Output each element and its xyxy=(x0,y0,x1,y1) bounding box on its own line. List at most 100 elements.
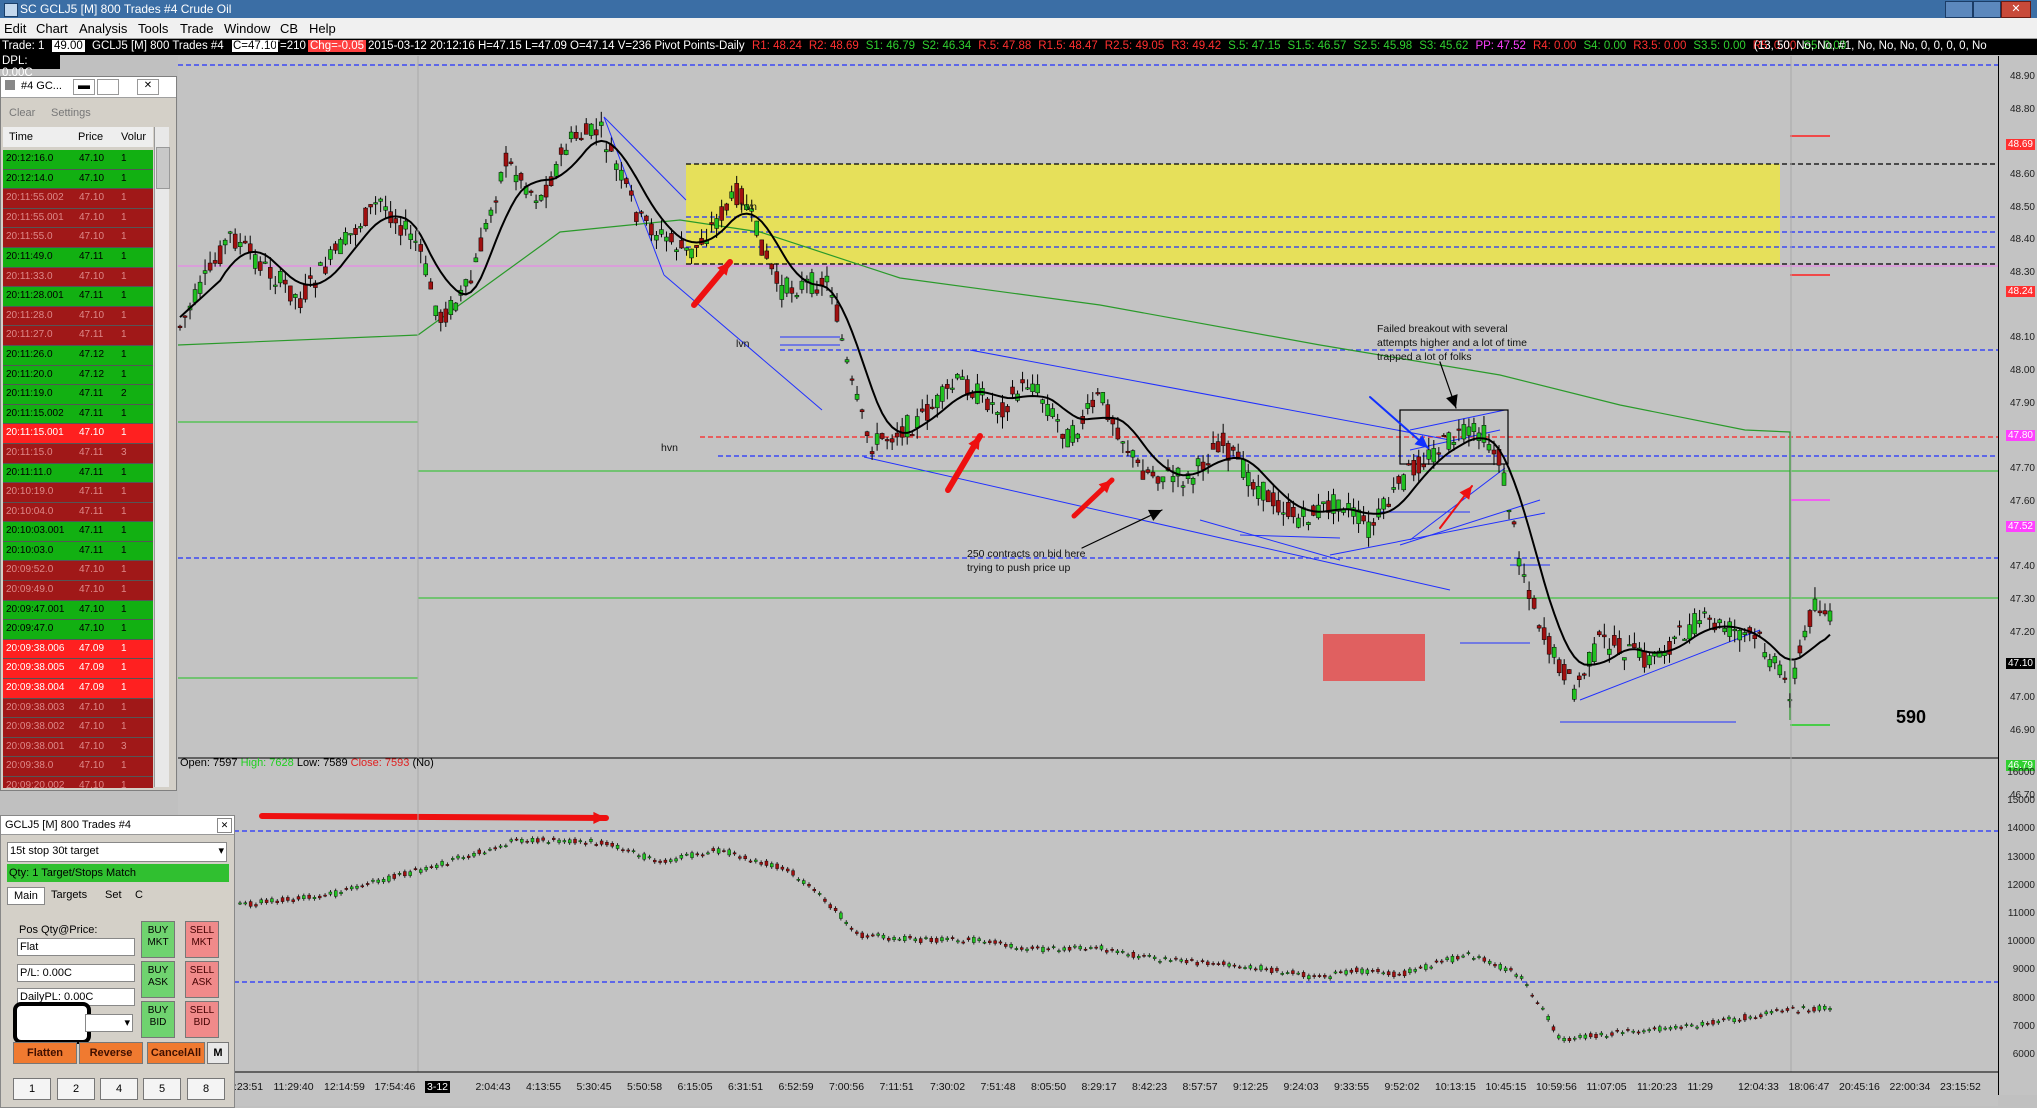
tas-row: 20:09:38.0 47.10 1 xyxy=(3,757,153,777)
cvd-candle xyxy=(291,897,295,904)
tab-main[interactable]: Main xyxy=(7,887,45,905)
cvd-candle xyxy=(1078,944,1082,951)
qty-4-button[interactable]: 4 xyxy=(100,1078,138,1100)
tas-time: 20:09:38.001 xyxy=(6,740,65,752)
cvd-candle xyxy=(376,877,380,885)
tab-targets[interactable]: Targets xyxy=(51,889,87,901)
cvd-candle xyxy=(1652,1025,1657,1031)
trade-window-close-icon[interactable]: ✕ xyxy=(217,818,232,833)
cvd-body xyxy=(961,941,965,944)
strategy-select[interactable]: 15t stop 30t target ▾ xyxy=(7,842,227,862)
candle-body xyxy=(1386,503,1391,507)
tab-c[interactable]: C xyxy=(135,889,143,901)
tas-scrollbar[interactable] xyxy=(154,127,170,787)
cvd-body xyxy=(1184,960,1189,964)
price-tick: 48.40 xyxy=(2009,234,2035,246)
cvd-candle xyxy=(1557,1033,1561,1041)
candle xyxy=(774,263,780,292)
flatten-button[interactable]: Flatten xyxy=(13,1042,77,1064)
price-badge: 48.24 xyxy=(2005,285,2035,297)
qty-8-button[interactable]: 8 xyxy=(187,1078,225,1100)
cvd-candle xyxy=(722,848,726,853)
candle xyxy=(985,397,990,413)
buy-market-button[interactable]: BUY MKT xyxy=(141,921,175,958)
trendline xyxy=(1199,519,1341,561)
tas-clear-button[interactable]: Clear xyxy=(9,107,35,119)
sell-market-button[interactable]: SELL MKT xyxy=(185,921,219,958)
tas-title-bar[interactable]: #4 GC... ▬ ✕ xyxy=(1,77,176,98)
qty-2-button[interactable]: 2 xyxy=(57,1078,95,1100)
cvd-candle xyxy=(1711,1018,1715,1027)
trade-window[interactable]: GCLJ5 [M] 800 Trades #4 ✕ 15t stop 30t t… xyxy=(0,815,235,1108)
candle-body xyxy=(754,220,759,236)
cvd-candle xyxy=(1769,1009,1774,1016)
price-tick: 47.30 xyxy=(2009,593,2035,605)
tas-minimize-icon[interactable]: ▬ xyxy=(73,79,95,95)
candle xyxy=(839,334,845,342)
tas-scroll-thumb[interactable] xyxy=(156,147,170,189)
candle xyxy=(478,227,484,252)
cvd-candle xyxy=(929,936,934,944)
tas-restore-icon[interactable] xyxy=(97,79,119,95)
cvd-body xyxy=(1269,967,1274,973)
cvd-candle xyxy=(461,855,466,861)
qty-1-button[interactable]: 1 xyxy=(13,1078,51,1100)
candle xyxy=(1426,438,1432,465)
candle-body xyxy=(393,218,398,224)
cvd-candle xyxy=(1589,1031,1593,1039)
tas-price: 47.10 xyxy=(79,721,105,733)
tas-volume: 1 xyxy=(121,780,127,788)
candle xyxy=(965,375,970,401)
candle-body xyxy=(935,394,940,409)
m-button[interactable]: M xyxy=(207,1042,229,1064)
qty-input[interactable] xyxy=(13,1002,91,1044)
tas-list[interactable]: 20:12:16.0 47.10 1 20:12:14.0 47.10 1 20:11:55… xyxy=(3,150,153,788)
cvd-candle xyxy=(1259,963,1263,972)
cvd-candle xyxy=(1493,962,1497,969)
trendline xyxy=(603,116,687,201)
buy-ask-button[interactable]: BUY ASK xyxy=(141,961,175,998)
tas-col-time[interactable]: Time xyxy=(9,131,33,143)
chevron-down-icon[interactable]: ▾ xyxy=(218,843,224,859)
failed-breakout-note-1: Failed breakout with several xyxy=(1377,323,1508,335)
candle xyxy=(1672,635,1677,644)
tas-time: 20:11:33.0 xyxy=(6,270,53,282)
tas-row: 20:09:38.001 47.10 3 xyxy=(3,737,153,758)
trade-window-title-bar[interactable]: GCLJ5 [M] 800 Trades #4 ✕ xyxy=(1,816,234,835)
candle xyxy=(1737,628,1742,652)
tas-col-price[interactable]: Price xyxy=(78,131,103,143)
tas-price: 47.11 xyxy=(79,407,104,419)
candle xyxy=(940,384,945,409)
time-and-sales-window[interactable]: #4 GC... ▬ ✕ Clear Settings Time Price V… xyxy=(0,76,177,791)
cvd-candle xyxy=(913,936,918,943)
tas-close-icon[interactable]: ✕ xyxy=(137,79,159,95)
qty-select[interactable]: ▾ xyxy=(85,1014,133,1032)
candle xyxy=(1822,603,1828,617)
lvn-label: lvn xyxy=(736,338,750,350)
buy-bid-button[interactable]: BUY BID xyxy=(141,1001,175,1038)
tas-settings-button[interactable]: Settings xyxy=(51,107,91,119)
candle xyxy=(378,197,383,213)
sell-bid-button[interactable]: SELL BID xyxy=(185,1001,219,1038)
cvd-candle xyxy=(865,933,870,940)
candle-body xyxy=(578,137,584,141)
time-axis-labels: 11:23:51 11:29:40 12:14:59 17:54:46 3-12 2:04… xyxy=(178,1072,1998,1106)
cvd-body xyxy=(477,849,481,854)
candle-body xyxy=(363,207,368,226)
candle xyxy=(960,369,965,380)
cvd-candle xyxy=(833,906,838,913)
tas-col-volume[interactable]: Volur xyxy=(121,131,146,143)
candle xyxy=(1777,660,1783,678)
reverse-button[interactable]: Reverse xyxy=(79,1042,143,1064)
cvd-candle xyxy=(307,893,311,901)
cancel-all-button[interactable]: CancelAll xyxy=(147,1042,205,1064)
cvd-candle xyxy=(1716,1019,1721,1025)
tab-set[interactable]: Set xyxy=(105,889,122,901)
tas-volume: 1 xyxy=(121,544,127,556)
qty-5-button[interactable]: 5 xyxy=(143,1078,181,1100)
sell-ask-button[interactable]: SELL ASK xyxy=(185,961,219,998)
price-tick: 47.90 xyxy=(2009,397,2035,409)
cvd-candle xyxy=(897,937,902,942)
failed-breakout-note-3: trapped a lot of folks xyxy=(1377,351,1472,363)
candle-body xyxy=(283,279,288,285)
